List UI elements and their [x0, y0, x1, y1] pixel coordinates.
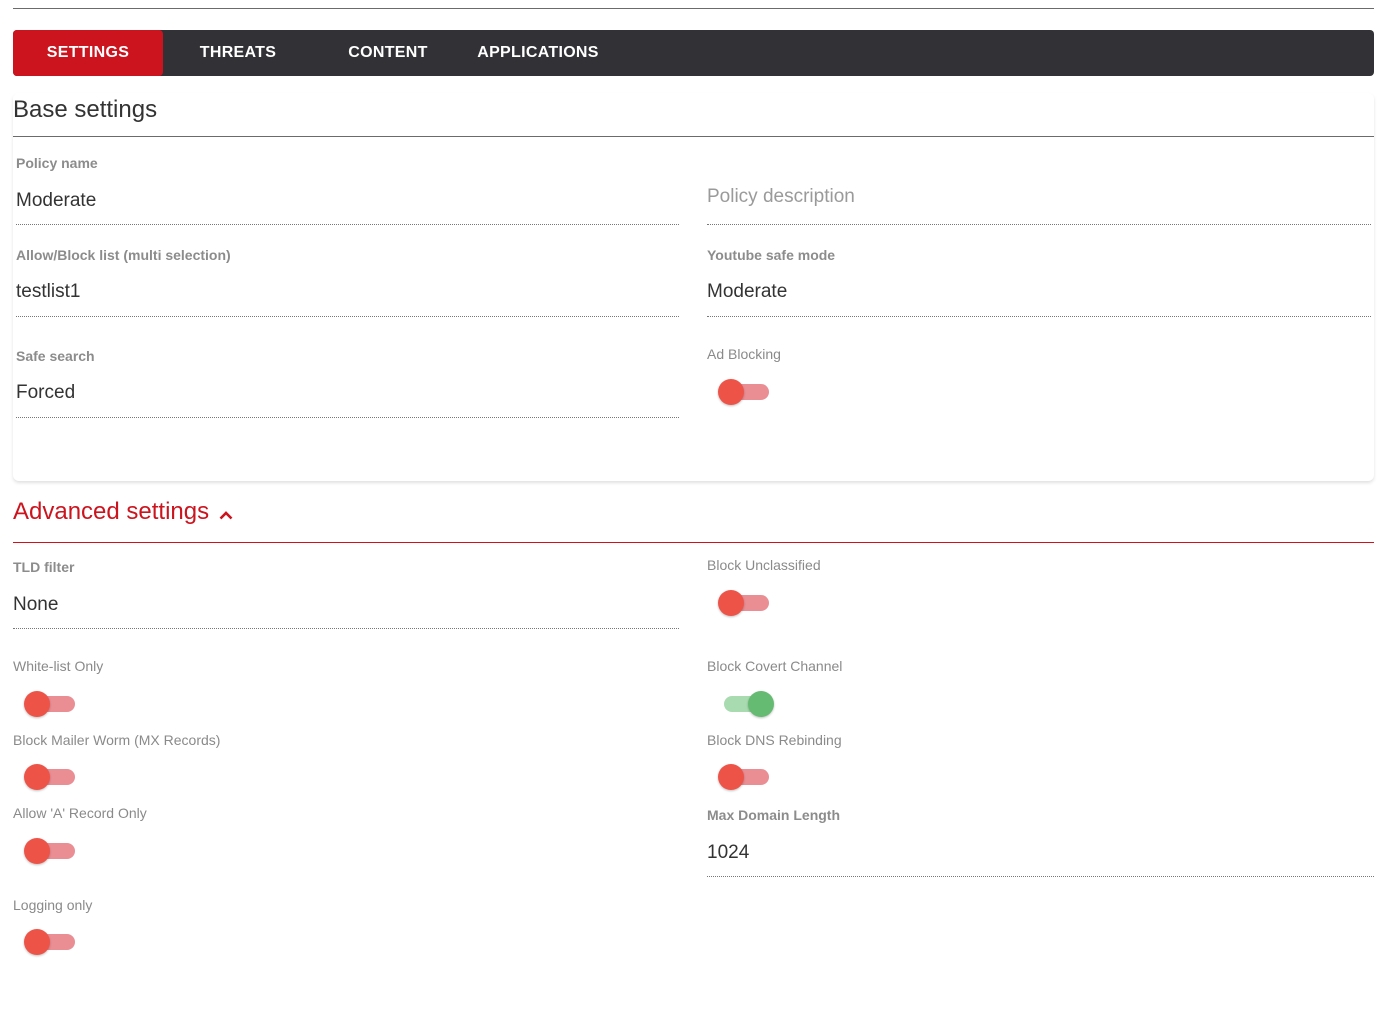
advanced-settings-title: Advanced settings: [13, 498, 210, 525]
tab-settings[interactable]: SETTINGS: [13, 30, 163, 76]
policy-tabbar: SETTINGS THREATS CONTENT APPLICATIONS: [13, 30, 1374, 76]
policy-description-underline: [707, 224, 1371, 225]
white-list-only-toggle-knob: [24, 691, 50, 717]
ad-blocking-toggle[interactable]: [718, 377, 774, 407]
tld-filter-label: TLD filter: [13, 559, 75, 575]
block-unclassified-toggle-knob: [718, 590, 744, 616]
advanced-settings-header[interactable]: Advanced settings: [13, 498, 233, 526]
allow-a-record-only-label: Allow 'A' Record Only: [13, 805, 147, 821]
tld-filter-select[interactable]: None: [13, 594, 58, 616]
tld-filter-underline: [13, 628, 679, 629]
block-mailer-worm-toggle[interactable]: [24, 762, 80, 792]
safe-search-select[interactable]: Forced: [16, 382, 75, 404]
youtube-safe-mode-label: Youtube safe mode: [707, 247, 836, 263]
youtube-safe-mode-underline: [707, 316, 1371, 317]
block-covert-channel-toggle-knob: [748, 691, 774, 717]
tab-threats[interactable]: THREATS: [163, 30, 313, 76]
top-divider: [13, 8, 1374, 9]
white-list-only-toggle[interactable]: [24, 689, 80, 719]
logging-only-toggle[interactable]: [24, 927, 80, 957]
safe-search-underline: [16, 417, 679, 418]
block-dns-rebinding-label: Block DNS Rebinding: [707, 732, 842, 748]
block-unclassified-toggle[interactable]: [718, 588, 774, 618]
white-list-only-label: White-list Only: [13, 658, 104, 674]
tab-applications[interactable]: APPLICATIONS: [463, 30, 613, 76]
logging-only-label: Logging only: [13, 897, 93, 913]
youtube-safe-mode-select[interactable]: Moderate: [707, 281, 787, 303]
block-dns-rebinding-toggle[interactable]: [718, 762, 774, 792]
chevron-up-icon: [219, 507, 233, 520]
policy-name-underline: [16, 224, 679, 225]
allow-block-list-underline: [16, 316, 679, 317]
allow-a-record-only-toggle[interactable]: [24, 836, 80, 866]
block-mailer-worm-label: Block Mailer Worm (MX Records): [13, 732, 221, 748]
base-settings-divider: [13, 136, 1374, 137]
policy-description-input[interactable]: Policy description: [707, 186, 855, 208]
logging-only-toggle-knob: [24, 929, 50, 955]
max-domain-length-input[interactable]: 1024: [707, 842, 749, 864]
block-covert-channel-label: Block Covert Channel: [707, 658, 843, 674]
tab-content[interactable]: CONTENT: [313, 30, 463, 76]
block-dns-rebinding-toggle-knob: [718, 764, 744, 790]
max-domain-length-underline: [707, 876, 1374, 877]
base-settings-card: [13, 93, 1374, 481]
ad-blocking-label: Ad Blocking: [707, 346, 781, 362]
block-covert-channel-toggle[interactable]: [718, 689, 774, 719]
safe-search-label: Safe search: [16, 348, 95, 364]
max-domain-length-label: Max Domain Length: [707, 807, 841, 823]
allow-a-record-only-toggle-knob: [24, 838, 50, 864]
base-settings-title: Base settings: [13, 96, 158, 123]
policy-name-label: Policy name: [16, 155, 98, 171]
block-mailer-worm-toggle-knob: [24, 764, 50, 790]
advanced-settings-divider: [13, 542, 1374, 543]
ad-blocking-toggle-knob: [718, 379, 744, 405]
allow-block-list-select[interactable]: testlist1: [16, 281, 80, 303]
block-unclassified-label: Block Unclassified: [707, 557, 821, 573]
policy-name-input[interactable]: Moderate: [16, 190, 96, 212]
allow-block-list-label: Allow/Block list (multi selection): [16, 247, 231, 263]
